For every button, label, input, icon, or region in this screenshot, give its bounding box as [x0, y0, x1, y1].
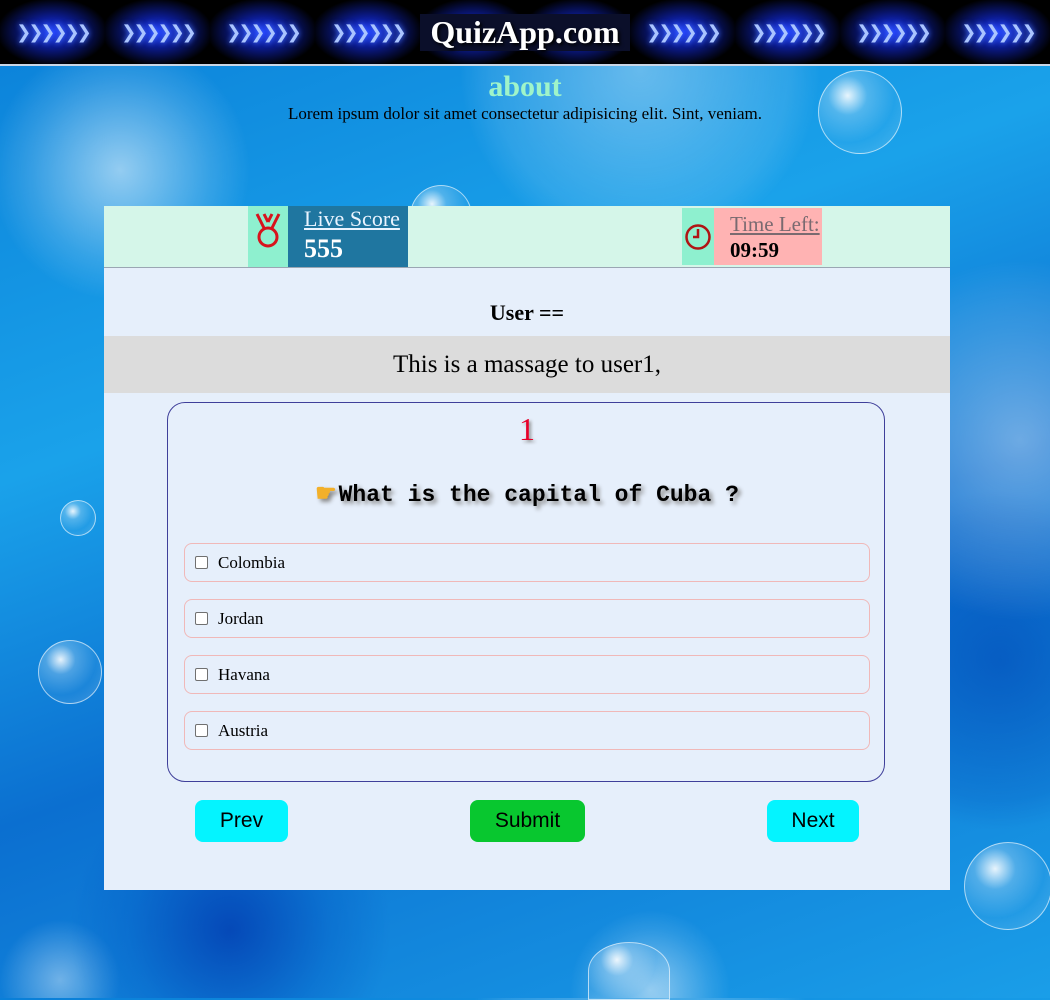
- answer-checkbox[interactable]: [195, 612, 208, 625]
- medal-icon: [248, 206, 288, 267]
- user-message: This is a massage to user1,: [104, 336, 950, 393]
- next-button[interactable]: Next: [767, 800, 859, 842]
- answer-option[interactable]: Jordan: [184, 599, 870, 638]
- submit-button[interactable]: Submit: [470, 800, 585, 842]
- answer-label: Colombia: [218, 552, 286, 572]
- time-left-label[interactable]: Time Left:: [730, 212, 820, 237]
- question-number: 1: [519, 411, 535, 447]
- live-score-value: 555: [304, 234, 343, 263]
- question-heading: ☛What is the capital of Cuba ?: [168, 479, 886, 509]
- live-score-label[interactable]: Live Score: [304, 206, 400, 232]
- chevron-arrows-icon: ❯❯❯❯❯❯: [0, 0, 105, 64]
- prev-button[interactable]: Prev: [195, 800, 288, 842]
- about-text: Lorem ipsum dolor sit amet consectetur a…: [287, 104, 763, 123]
- background-bubble: [38, 640, 102, 704]
- answer-label: Havana: [218, 664, 270, 684]
- answer-option[interactable]: Havana: [184, 655, 870, 694]
- chevron-arrows-icon: ❯❯❯❯❯❯: [315, 0, 420, 64]
- header-banner: ❯❯❯❯❯❯ ❯❯❯❯❯❯ ❯❯❯❯❯❯ ❯❯❯❯❯❯ ❯❯❯❯❯❯ ❯❯❯❯❯❯ ❯❯❯❯…: [0, 0, 1050, 66]
- answer-checkbox[interactable]: [195, 668, 208, 681]
- question-text: What is the capital of Cuba ?: [338, 482, 739, 508]
- quiz-panel: Live Score 555 Time Left: 09:59 User == …: [104, 206, 950, 890]
- about-title: about: [488, 70, 562, 103]
- answer-label: Austria: [218, 720, 269, 740]
- score-bar: Live Score 555 Time Left: 09:59: [104, 206, 950, 268]
- answer-option[interactable]: Austria: [184, 711, 870, 750]
- time-left-box: Time Left: 09:59: [714, 208, 822, 265]
- answer-checkbox[interactable]: [195, 556, 208, 569]
- clock-icon: [682, 208, 714, 265]
- background-bubble: [964, 842, 1050, 930]
- answer-option[interactable]: Colombia: [184, 543, 870, 582]
- chevron-arrows-icon: ❯❯❯❯❯❯: [105, 0, 210, 64]
- chevron-arrows-icon: ❯❯❯❯❯❯: [210, 0, 315, 64]
- answer-label: Jordan: [218, 608, 264, 628]
- chevron-arrows-icon: ❯❯❯❯❯❯: [840, 0, 945, 64]
- background-bubble: [60, 500, 96, 536]
- question-card: 1 ☛What is the capital of Cuba ? Colombi…: [167, 402, 885, 782]
- time-left-value: 09:59: [730, 238, 779, 262]
- hand-pointing-icon: ☛: [315, 482, 337, 509]
- chevron-arrows-icon: ❯❯❯❯❯❯: [945, 0, 1050, 64]
- chevron-arrows-icon: ❯❯❯❯❯❯: [735, 0, 840, 64]
- chevron-arrows-icon: ❯❯❯❯❯❯: [420, 0, 525, 64]
- user-line: User ==: [489, 300, 565, 325]
- chevron-arrows-icon: ❯❯❯❯❯❯: [525, 0, 630, 64]
- answer-checkbox[interactable]: [195, 724, 208, 737]
- chevron-arrows-icon: ❯❯❯❯❯❯: [630, 0, 735, 64]
- live-score-box: Live Score 555: [288, 206, 408, 267]
- background-bubble: [588, 942, 670, 1000]
